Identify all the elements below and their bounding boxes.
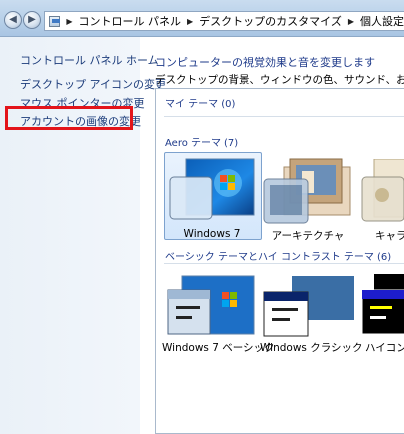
sidebar-item-desktop-icons[interactable]: デスクトップ アイコンの変更 (20, 76, 166, 92)
section-my-themes: マイ テーマ (0) (165, 95, 235, 110)
breadcrumb-personalization[interactable]: 個人設定 (360, 13, 404, 29)
section-aero-themes: Aero テーマ (7) (165, 134, 238, 149)
highlight-box (5, 106, 133, 130)
page-description: デスクトップの背景、ウィンドウの色、サウンド、およびスクリー (155, 74, 404, 86)
section-label: マイ テーマ (165, 99, 219, 110)
windows7-basic-thumbnail-icon (167, 275, 255, 335)
chevron-right-icon[interactable]: ▶ (348, 17, 354, 26)
section-label: Aero テーマ (165, 138, 222, 149)
windows7-thumbnail-icon (169, 158, 255, 220)
chevron-right-icon[interactable]: ▶ (66, 17, 72, 26)
theme-tile-characters[interactable] (360, 158, 404, 231)
divider (164, 263, 404, 264)
architecture-thumbnail-icon (263, 158, 351, 224)
theme-tile-architecture[interactable] (262, 157, 354, 231)
sidebar-home-link[interactable]: コントロール パネル ホーム (20, 52, 159, 68)
control-panel-icon (49, 15, 61, 27)
theme-label: Windows 7 (183, 228, 241, 240)
breadcrumb-control-panel[interactable]: コントロール パネル (79, 13, 182, 29)
section-count: (7) (224, 138, 239, 149)
theme-tile-windows-classic[interactable] (262, 276, 356, 338)
windows-classic-thumbnail-icon (263, 276, 354, 337)
divider (164, 116, 404, 117)
theme-label: Windows 7 ベーシック (162, 342, 275, 354)
title-bar: ◀ ▶ ▶ コントロール パネル ▶ デスクトップのカスタマイズ ▶ 個人設定 (0, 0, 404, 37)
back-arrow-icon: ◀ (9, 14, 17, 25)
forward-arrow-icon: ▶ (28, 14, 36, 25)
section-basic-themes: ベーシック テーマとハイ コントラスト テーマ (6) (165, 248, 391, 263)
theme-label: キャラ (375, 230, 404, 242)
section-count: (0) (221, 99, 236, 110)
theme-list: マイ テーマ (0) Aero テーマ (7) Windows 7 アーキテクチ… (155, 88, 404, 434)
chevron-right-icon[interactable]: ▶ (187, 17, 193, 26)
section-count: (6) (376, 252, 392, 263)
breadcrumb-customization[interactable]: デスクトップのカスタマイズ (199, 13, 342, 29)
theme-label: ハイコント (365, 342, 404, 354)
theme-tile-high-contrast[interactable] (360, 274, 404, 338)
address-bar[interactable]: ▶ コントロール パネル ▶ デスクトップのカスタマイズ ▶ 個人設定 (44, 11, 404, 31)
back-button[interactable]: ◀ (4, 11, 22, 29)
theme-label: Windows クラシック (260, 342, 363, 354)
high-contrast-thumbnail-icon (361, 274, 404, 335)
characters-thumbnail-icon (361, 158, 404, 222)
forward-button[interactable]: ▶ (23, 11, 41, 29)
theme-label: アーキテクチャ (271, 230, 345, 242)
theme-tile-windows7[interactable] (168, 157, 256, 229)
page-heading: コンピューターの視覚効果と音を変更します (155, 56, 375, 69)
section-label: ベーシック テーマとハイ コントラスト テーマ (165, 252, 374, 263)
theme-tile-windows7-basic[interactable] (166, 274, 256, 338)
